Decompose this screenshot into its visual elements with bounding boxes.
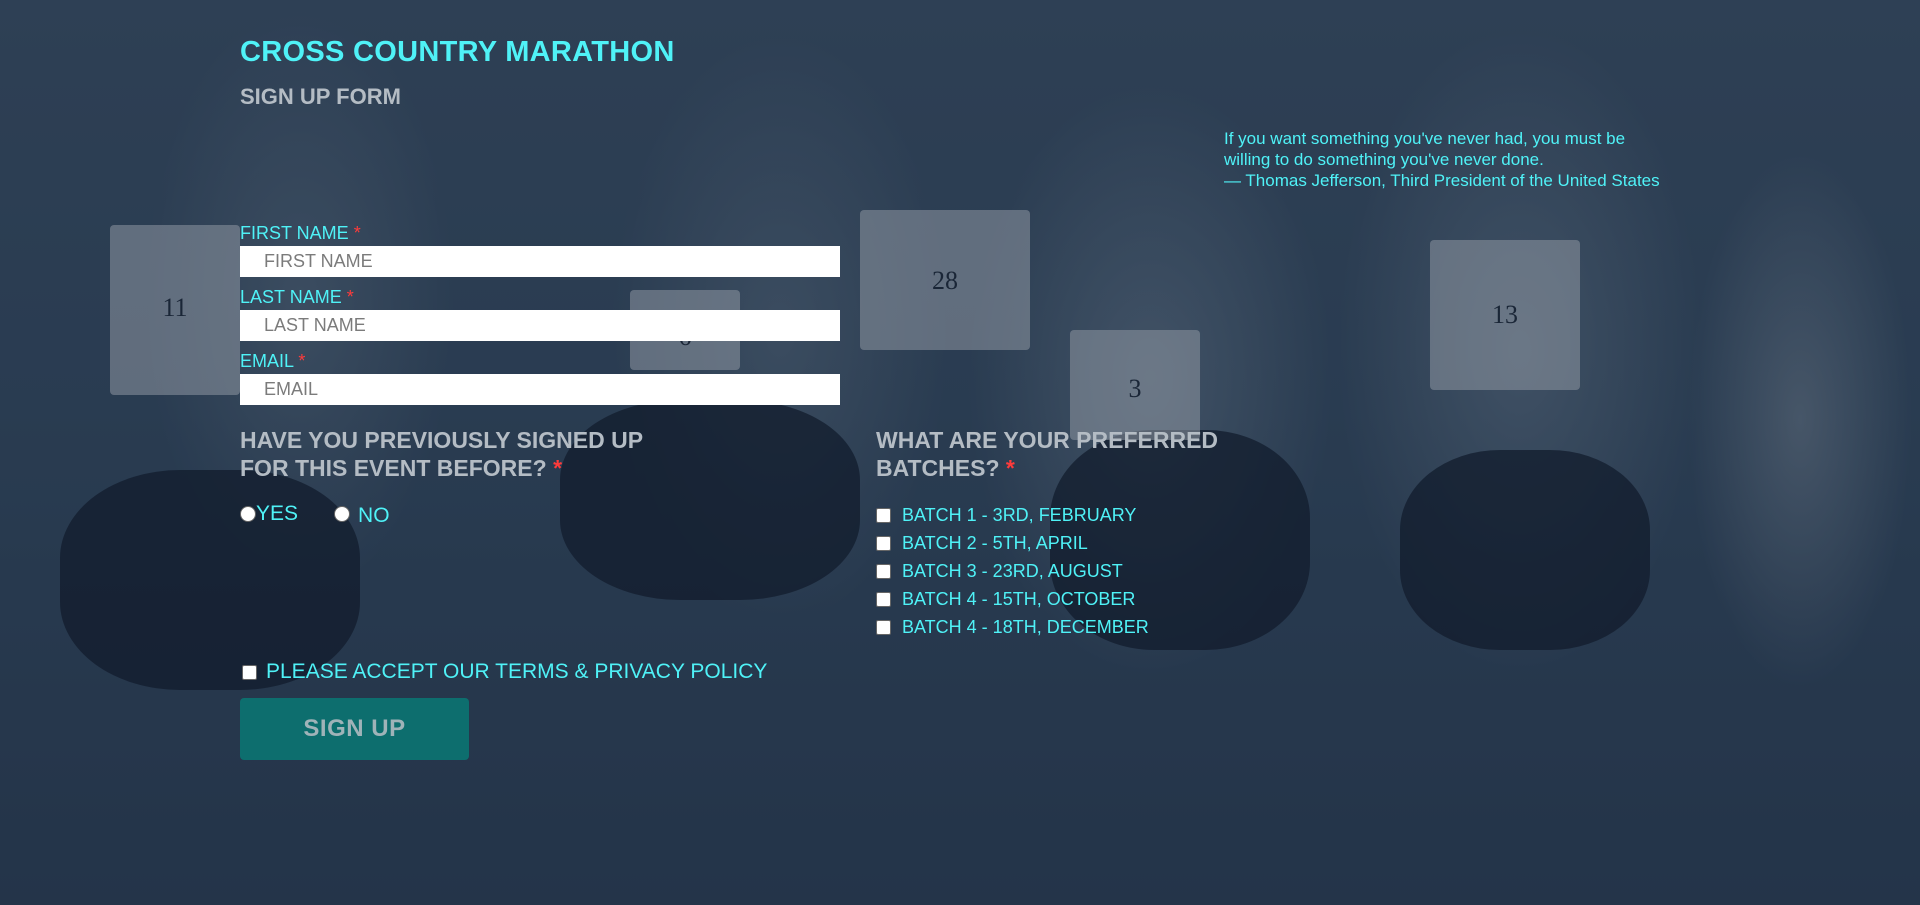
last-name-label: LAST NAME * bbox=[240, 287, 354, 308]
previous-signup-question-line1: HAVE YOU PREVIOUSLY SIGNED UP bbox=[240, 427, 644, 453]
batch-option: BATCH 2 - 5TH, APRIL bbox=[876, 533, 1088, 554]
batch-label[interactable]: BATCH 3 - 23RD, AUGUST bbox=[902, 561, 1123, 582]
email-label-text: EMAIL bbox=[240, 351, 294, 371]
terms-checkbox[interactable] bbox=[242, 664, 257, 680]
previous-signup-options: YES NO bbox=[240, 500, 390, 528]
required-marker: * bbox=[353, 223, 361, 243]
required-marker: * bbox=[553, 455, 563, 481]
previous-signup-question-line2: FOR THIS EVENT BEFORE? bbox=[240, 455, 547, 481]
quote-text: If you want something you've never had, … bbox=[1224, 129, 1626, 169]
first-name-label-text: FIRST NAME bbox=[240, 223, 349, 243]
batch-option: BATCH 1 - 3RD, FEBRUARY bbox=[876, 505, 1136, 526]
batch-label[interactable]: BATCH 4 - 15TH, OCTOBER bbox=[902, 589, 1135, 610]
batch-label[interactable]: BATCH 4 - 18TH, DECEMBER bbox=[902, 617, 1149, 638]
radio-yes-label[interactable]: YES bbox=[256, 502, 298, 526]
terms-label[interactable]: PLEASE ACCEPT OUR TERMS & PRIVACY POLICY bbox=[266, 660, 767, 684]
batch-option: BATCH 4 - 15TH, OCTOBER bbox=[876, 589, 1135, 610]
batch-checkbox[interactable] bbox=[876, 620, 891, 635]
batch-label[interactable]: BATCH 2 - 5TH, APRIL bbox=[902, 533, 1088, 554]
radio-no[interactable] bbox=[334, 506, 351, 522]
quote-attribution: — Thomas Jefferson, Third President of t… bbox=[1224, 171, 1660, 190]
batches-question-line2: BATCHES? bbox=[876, 455, 1000, 481]
email-label: EMAIL * bbox=[240, 351, 305, 372]
radio-no-label[interactable]: NO bbox=[358, 504, 390, 528]
required-marker: * bbox=[1005, 455, 1015, 481]
first-name-label: FIRST NAME * bbox=[240, 223, 361, 244]
terms-row: PLEASE ACCEPT OUR TERMS & PRIVACY POLICY bbox=[242, 660, 767, 684]
batches-question-line1: WHAT ARE YOUR PREFERRED bbox=[876, 427, 1219, 453]
first-name-input[interactable] bbox=[240, 246, 840, 277]
batch-option: BATCH 3 - 23RD, AUGUST bbox=[876, 561, 1123, 582]
previous-signup-question: HAVE YOU PREVIOUSLY SIGNED UP FOR THIS E… bbox=[240, 426, 643, 482]
batch-checkbox[interactable] bbox=[876, 508, 891, 523]
batches-question: WHAT ARE YOUR PREFERRED BATCHES? * bbox=[876, 426, 1218, 482]
quote-block: If you want something you've never had, … bbox=[1224, 128, 1664, 191]
last-name-input[interactable] bbox=[240, 310, 840, 341]
radio-yes[interactable] bbox=[240, 506, 256, 522]
required-marker: * bbox=[346, 287, 354, 307]
batch-checkbox[interactable] bbox=[876, 536, 891, 551]
sign-up-button[interactable]: SIGN UP bbox=[240, 698, 469, 760]
email-input[interactable] bbox=[240, 374, 840, 405]
batch-checkbox[interactable] bbox=[876, 564, 891, 579]
batch-option: BATCH 4 - 18TH, DECEMBER bbox=[876, 617, 1149, 638]
required-marker: * bbox=[298, 351, 306, 371]
batch-checkbox[interactable] bbox=[876, 592, 891, 607]
page-subtitle: SIGN UP FORM bbox=[240, 84, 401, 109]
batch-label[interactable]: BATCH 1 - 3RD, FEBRUARY bbox=[902, 505, 1136, 526]
last-name-label-text: LAST NAME bbox=[240, 287, 342, 307]
page-title: CROSS COUNTRY MARATHON bbox=[240, 36, 675, 68]
